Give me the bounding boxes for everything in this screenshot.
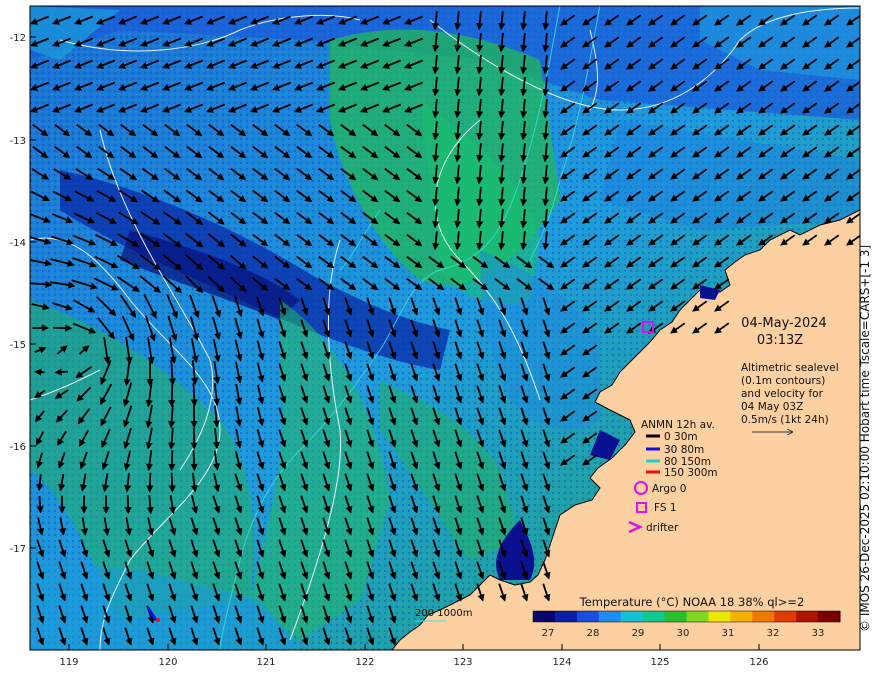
svg-text:ANMN 12h av.: ANMN 12h av. (641, 419, 715, 431)
lat-tick: -12 (10, 33, 26, 44)
svg-text:0 30m: 0 30m (664, 431, 698, 443)
lon-tick: 124 (552, 657, 571, 668)
svg-text:33: 33 (812, 628, 825, 639)
colorbar-segment (752, 611, 775, 622)
lat-tick: -14 (10, 238, 26, 249)
svg-text:30 80m: 30 80m (664, 444, 704, 456)
colorbar-segment (620, 611, 644, 622)
lon-tick: 120 (158, 657, 177, 668)
svg-text:28: 28 (587, 628, 600, 639)
svg-text:Altimetric sealevel: Altimetric sealevel (741, 362, 839, 374)
colorbar (532, 610, 841, 623)
svg-text:and velocity for: and velocity for (741, 388, 824, 400)
velocity-arrow (34, 368, 45, 376)
colorbar-segment (642, 611, 666, 622)
velocity-arrow (168, 472, 176, 493)
credit-label: © IMOS 26-Dec-2025 02:10:00 Hobart time … (858, 244, 872, 632)
colorbar-segment (598, 611, 622, 622)
colorbar-title: Temperature (°C) NOAA 18 38% ql>=2 (579, 595, 805, 609)
colorbar-segment (533, 611, 556, 622)
svg-text:0.5m/s (1kt 24h): 0.5m/s (1kt 24h) (741, 414, 829, 426)
svg-text:Argo 0: Argo 0 (652, 483, 686, 495)
lat-tick: -15 (10, 340, 26, 351)
map-date: 04-May-2024 (741, 316, 827, 331)
lon-tick: 123 (453, 657, 472, 668)
lon-tick: 122 (355, 657, 374, 668)
velocity-arrow (36, 495, 44, 514)
velocity-arrow (190, 450, 198, 472)
colorbar-segment (774, 611, 797, 622)
lat-tick: -13 (10, 136, 26, 147)
lat-tick-labels: -12 -13 -14 -15 -16 -17 (10, 33, 26, 555)
svg-text:27: 27 (542, 628, 555, 639)
svg-text:29: 29 (632, 628, 645, 639)
velocity-arrow (54, 368, 68, 376)
svg-text:(0.1m contours): (0.1m contours) (741, 375, 825, 387)
colorbar-segment (796, 611, 819, 622)
velocity-arrow (190, 382, 198, 407)
colorbar-segment (730, 611, 753, 622)
svg-text:04 May 03Z: 04 May 03Z (741, 401, 803, 413)
lon-tick-labels: 119 120 121 122 123 124 125 126 (59, 657, 768, 668)
svg-text:150 300m: 150 300m (664, 467, 718, 479)
colorbar-segment (664, 611, 687, 622)
lat-tick: -16 (10, 442, 26, 453)
velocity-arrow (168, 382, 176, 408)
lon-tick: 121 (256, 657, 275, 668)
svg-text:32: 32 (767, 628, 780, 639)
colorbar-segment (708, 611, 731, 622)
lat-tick: -17 (10, 544, 26, 555)
map-time: 03:13Z (757, 333, 803, 348)
velocity-arrow (168, 450, 176, 472)
svg-text:FS 1: FS 1 (654, 502, 677, 514)
svg-text:drifter: drifter (646, 522, 679, 534)
colorbar-segment (576, 611, 600, 622)
colorbar-segment (554, 611, 578, 622)
colorbar-segment (686, 611, 709, 622)
ocean-temperature-map: 119 120 121 122 123 124 125 126 -12 -13 … (10, 5, 861, 668)
lon-tick: 125 (650, 657, 669, 668)
svg-text:31: 31 (722, 628, 735, 639)
velocity-arrow (146, 472, 154, 493)
lon-tick: 119 (59, 657, 78, 668)
depth-label: 200 1000m (415, 608, 472, 619)
svg-text:30: 30 (677, 628, 690, 639)
colorbar-segment (818, 611, 841, 622)
lon-tick: 126 (749, 657, 768, 668)
